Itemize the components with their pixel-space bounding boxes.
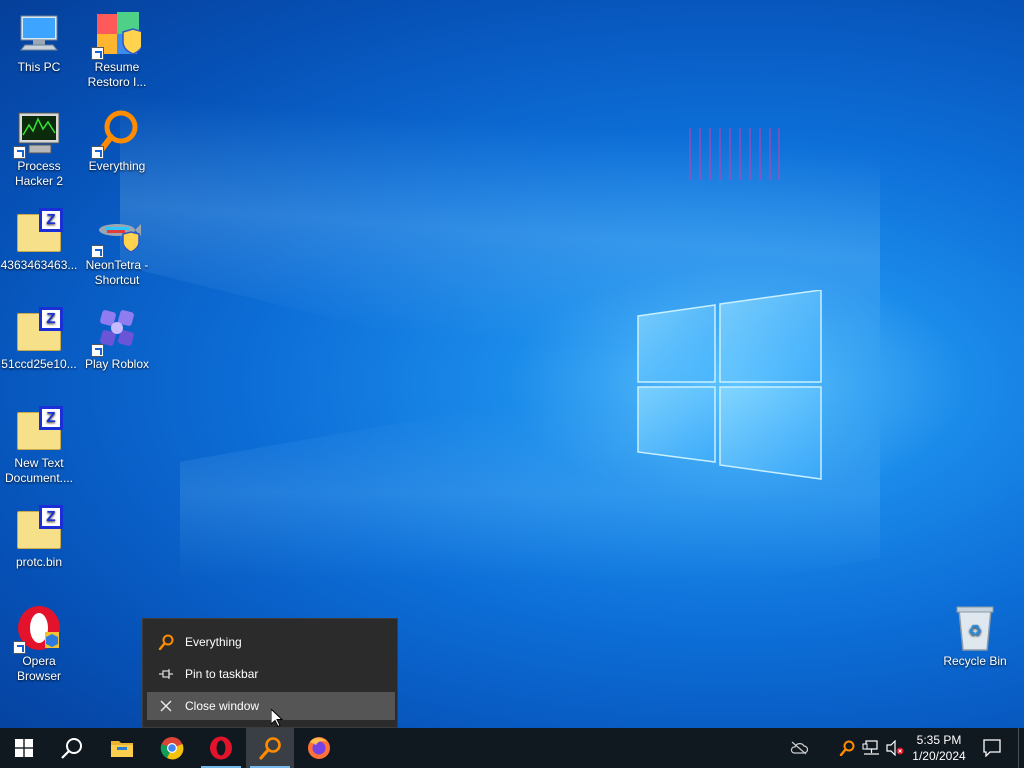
taskbar-everything[interactable] <box>246 728 294 768</box>
everything-tray-icon <box>839 740 855 756</box>
network-icon <box>862 740 879 755</box>
desktop-icon-label: New Text Document.... <box>4 456 74 485</box>
pin-to-taskbar-label: Pin to taskbar <box>185 667 259 681</box>
roblox-icon <box>91 307 141 357</box>
zpaq-file-icon: Z <box>15 505 63 553</box>
tray-everything[interactable] <box>836 728 858 768</box>
this-pc-icon <box>15 10 63 58</box>
tray-volume[interactable] <box>884 728 906 768</box>
zpaq-file-icon: Z <box>15 208 63 256</box>
shortcut-arrow-icon <box>13 146 26 159</box>
process-hacker-icon <box>13 109 63 159</box>
taskbar-search-button[interactable] <box>48 728 96 768</box>
pin-to-taskbar-item[interactable]: Pin to taskbar <box>147 660 395 688</box>
mouse-cursor-icon <box>271 709 283 727</box>
shortcut-arrow-icon <box>91 146 104 159</box>
firefox-icon <box>308 737 330 759</box>
neontetra-fish-icon <box>91 208 141 258</box>
shortcut-arrow-icon <box>91 344 104 357</box>
taskbar-file-explorer[interactable] <box>98 728 146 768</box>
start-button[interactable] <box>0 728 48 768</box>
shortcut-arrow-icon <box>91 245 104 258</box>
desktop-icon-play-roblox[interactable]: Play Roblox <box>78 301 156 372</box>
desktop-icon-neontetra[interactable]: NeonTetra - Shortcut <box>78 202 156 288</box>
desktop-icon-label: Resume Restoro I... <box>87 60 147 89</box>
zpaq-file-icon: Z <box>15 307 63 355</box>
pin-icon <box>157 665 175 683</box>
tray-network[interactable] <box>860 728 882 768</box>
action-center-button[interactable] <box>974 728 1010 768</box>
shortcut-arrow-icon <box>91 47 104 60</box>
jumplist-app-label: Everything <box>185 635 242 649</box>
desktop-icon-label: 4363463463... <box>0 258 78 272</box>
taskbar-chrome[interactable] <box>148 728 196 768</box>
everything-icon <box>157 633 175 651</box>
search-icon <box>61 738 82 759</box>
desktop-icon-label: Process Hacker 2 <box>14 159 64 188</box>
file-explorer-icon <box>111 741 133 757</box>
desktop-icon-file-51ccd[interactable]: Z 51ccd25e10... <box>0 301 78 372</box>
desktop-icon-label: Play Roblox <box>84 357 150 371</box>
clock-time: 5:35 PM <box>916 733 962 747</box>
show-desktop-button[interactable] <box>1018 728 1024 768</box>
desktop-icon-restoro[interactable]: Resume Restoro I... <box>78 4 156 90</box>
taskbar-firefox[interactable] <box>295 728 343 768</box>
desktop-icon-recycle-bin[interactable]: ♻ Recycle Bin <box>936 598 1014 669</box>
desktop-icon-label: This PC <box>17 60 61 74</box>
clock-date: 1/20/2024 <box>912 749 966 763</box>
desktop-icon-label: 51ccd25e10... <box>1 357 77 371</box>
restoro-icon <box>91 10 144 60</box>
glitch-lines <box>689 128 780 180</box>
everything-icon <box>259 737 281 760</box>
desktop-icon-protc-bin[interactable]: Z protc.bin <box>0 499 78 570</box>
taskbar-jump-list: Everything Pin to taskbar Close window <box>142 618 398 728</box>
tray-hidden-icon[interactable] <box>786 728 812 768</box>
taskbar: 5:35 PM 1/20/2024 <box>0 728 1024 768</box>
svg-text:♻: ♻ <box>968 621 982 640</box>
chrome-icon <box>160 737 184 760</box>
jumplist-app-item[interactable]: Everything <box>147 628 395 656</box>
taskbar-clock[interactable]: 5:35 PM 1/20/2024 <box>904 728 974 768</box>
windows-logo-wallpaper <box>637 290 822 480</box>
everything-search-icon <box>91 109 141 159</box>
desktop-icon-this-pc[interactable]: This PC <box>0 4 78 75</box>
taskbar-opera[interactable] <box>197 728 245 768</box>
recycle-bin-icon: ♻ <box>951 604 999 652</box>
close-window-label: Close window <box>185 699 260 713</box>
zpaq-file-icon: Z <box>15 406 63 454</box>
close-icon <box>157 697 175 715</box>
volume-muted-icon <box>886 740 904 756</box>
opera-icon <box>13 604 63 654</box>
desktop-icon-file-4363[interactable]: Z 4363463463... <box>0 202 78 273</box>
desktop-icon-label: Everything <box>88 159 146 173</box>
desktop-icon-label: Recycle Bin <box>943 654 1007 668</box>
desktop-icon-new-text-document[interactable]: Z New Text Document.... <box>0 400 78 486</box>
desktop-icon-opera-browser[interactable]: Opera Browser <box>0 598 78 684</box>
desktop-icon-process-hacker[interactable]: Process Hacker 2 <box>0 103 78 189</box>
desktop-icon-label: Opera Browser <box>16 654 61 683</box>
shortcut-arrow-icon <box>13 641 26 654</box>
desktop-icon-everything[interactable]: Everything <box>78 103 156 174</box>
cloud-offline-icon <box>790 741 808 755</box>
desktop-icon-label: NeonTetra - Shortcut <box>85 258 149 287</box>
desktop-icon-label: protc.bin <box>15 555 63 569</box>
opera-icon <box>210 736 232 760</box>
windows-start-icon <box>15 739 33 757</box>
notification-icon <box>983 739 1001 757</box>
